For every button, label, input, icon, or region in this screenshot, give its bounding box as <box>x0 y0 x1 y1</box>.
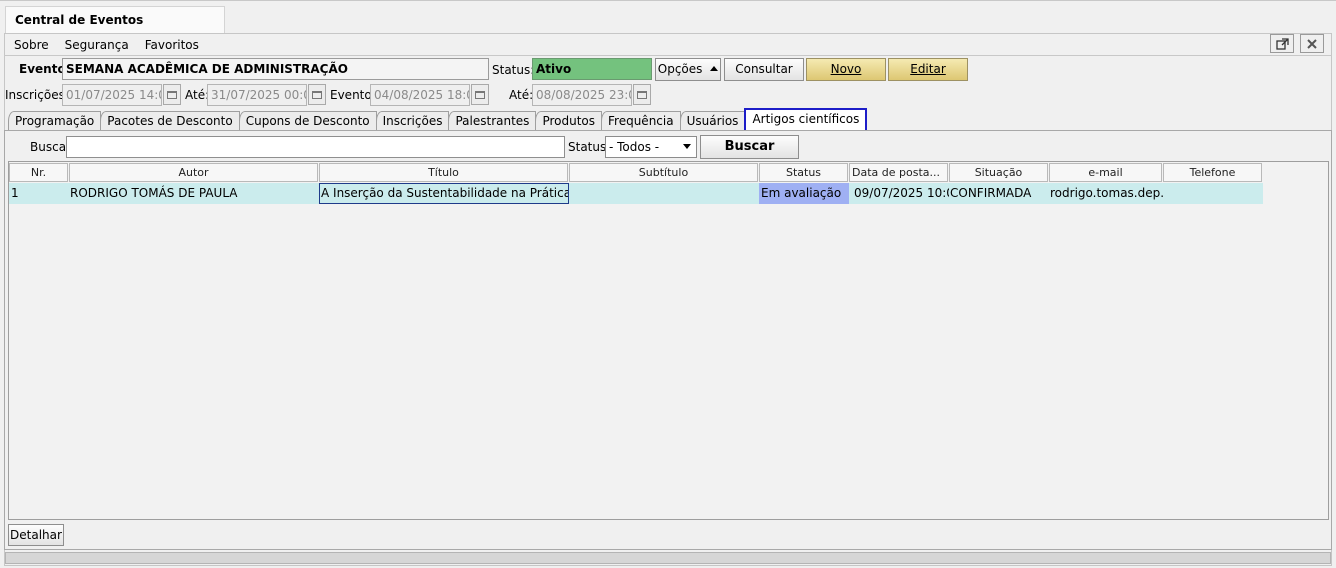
cell-data: 09/07/2025 10:02 <box>849 183 949 204</box>
caret-up-icon <box>710 66 719 71</box>
inscricoes-label: Inscrições: <box>5 88 69 102</box>
cell-status: Em avaliação <box>759 183 849 204</box>
status-filter-select[interactable]: - Todos - <box>605 136 697 158</box>
cell-nr: 1 <box>9 183 69 204</box>
tab-pacotes-de-desconto[interactable]: Pacotes de Desconto <box>100 111 240 131</box>
detalhar-button[interactable]: Detalhar <box>8 524 64 546</box>
status-filter-label: Status: <box>568 140 611 154</box>
evento-start-field[interactable]: 04/08/2025 18:00 <box>370 84 470 106</box>
status-filter-value: - Todos - <box>609 140 660 154</box>
col-header-data[interactable]: Data de posta... <box>849 163 948 182</box>
menu-bar: Sobre Segurança Favoritos <box>14 37 199 53</box>
tab-bar: Programação Pacotes de Desconto Cupons d… <box>8 108 868 132</box>
status-field: Ativo <box>532 58 652 80</box>
tab-programacao[interactable]: Programação <box>8 111 102 131</box>
buscar-button[interactable]: Buscar <box>700 135 799 159</box>
calendar-icon[interactable] <box>163 84 181 105</box>
horizontal-scrollbar[interactable] <box>5 552 1331 564</box>
opcoes-button[interactable]: Opções <box>655 58 721 81</box>
cell-titulo[interactable]: A Inserção da Sustentabilidade na Prátic… <box>319 183 569 204</box>
novo-button[interactable]: Novo <box>806 58 886 81</box>
evento-end-field[interactable]: 08/08/2025 23:00 <box>532 84 632 106</box>
chevron-down-icon <box>683 144 691 149</box>
busca-input[interactable] <box>66 136 565 158</box>
cell-autor: RODRIGO TOMÁS DE PAULA <box>69 183 319 204</box>
ate-label: Até: <box>185 88 210 102</box>
close-window-icon[interactable] <box>1300 34 1324 53</box>
tab-frequencia[interactable]: Frequência <box>601 111 681 131</box>
calendar-icon[interactable] <box>308 84 326 105</box>
menu-sobre[interactable]: Sobre <box>14 37 49 53</box>
menu-separator <box>4 55 1332 56</box>
col-header-status[interactable]: Status <box>759 163 848 182</box>
col-header-titulo[interactable]: Título <box>319 163 568 182</box>
menu-seguranca[interactable]: Segurança <box>65 37 129 53</box>
tab-artigos-cientificos[interactable]: Artigos científicos <box>744 108 868 132</box>
col-header-subtitulo[interactable]: Subtítulo <box>569 163 758 182</box>
articles-table: Nr. Autor Título Subtítulo Status Data d… <box>8 161 1329 520</box>
evento-period-label: Evento: <box>330 88 376 102</box>
inscricoes-end-field[interactable]: 31/07/2025 00:00 <box>207 84 307 106</box>
tab-produtos[interactable]: Produtos <box>535 111 602 131</box>
status-label: Status: <box>492 63 535 77</box>
tab-inscricoes[interactable]: Inscrições <box>375 111 450 131</box>
document-tab[interactable]: Central de Eventos Pedagógicos ✕ <box>5 6 225 54</box>
cell-email: rodrigo.tomas.dep... <box>1049 183 1163 204</box>
tab-cupons-de-desconto[interactable]: Cupons de Desconto <box>238 111 377 131</box>
tab-usuarios[interactable]: Usuários <box>679 111 746 131</box>
col-header-telefone[interactable]: Telefone <box>1163 163 1262 182</box>
editar-label: Editar <box>910 62 946 76</box>
novo-label: Novo <box>830 62 862 76</box>
col-header-nr[interactable]: Nr. <box>9 163 68 182</box>
col-header-situacao[interactable]: Situação <box>949 163 1048 182</box>
col-header-email[interactable]: e-mail <box>1049 163 1162 182</box>
calendar-icon[interactable] <box>471 84 489 105</box>
inscricoes-start-field[interactable]: 01/07/2025 14:01 <box>62 84 162 106</box>
tab-palestrantes[interactable]: Palestrantes <box>448 111 537 131</box>
ate-label: Até: <box>509 88 534 102</box>
cell-subtitulo <box>569 183 759 204</box>
cell-telefone <box>1163 183 1263 204</box>
editar-button[interactable]: Editar <box>888 58 968 81</box>
opcoes-label: Opções <box>657 62 703 76</box>
calendar-icon[interactable] <box>633 84 651 105</box>
evento-field: SEMANA ACADÊMICA DE ADMINISTRAÇÃO <box>62 58 489 80</box>
cell-situacao: CONFIRMADA <box>949 183 1049 204</box>
busca-label: Busca: <box>30 140 71 154</box>
consultar-button[interactable]: Consultar <box>724 58 804 81</box>
menu-favoritos[interactable]: Favoritos <box>145 37 199 53</box>
detach-window-icon[interactable] <box>1270 34 1294 53</box>
col-header-autor[interactable]: Autor <box>69 163 318 182</box>
